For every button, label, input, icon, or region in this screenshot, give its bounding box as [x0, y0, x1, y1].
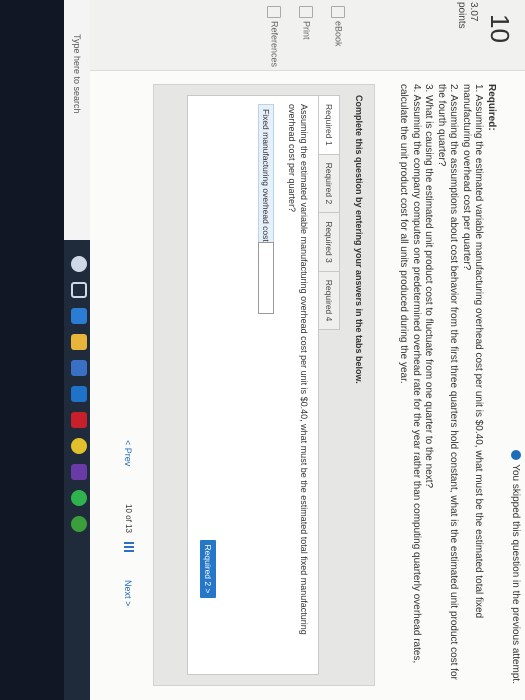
references-icon — [267, 6, 281, 18]
tab-required-4[interactable]: Required 4 — [318, 270, 340, 331]
taskbar-search[interactable]: Type here to search — [64, 0, 90, 240]
tab-required-1[interactable]: Required 1 — [318, 95, 340, 155]
question-grid-icon[interactable] — [124, 542, 134, 552]
tab-question-text: Assuming the estimated variable manufact… — [287, 104, 309, 635]
page-of: of — [124, 515, 133, 522]
points-label: points — [456, 2, 467, 29]
tab-content: Assuming the estimated variable manufact… — [187, 95, 319, 675]
page-current: 10 — [124, 504, 133, 513]
prev-button[interactable]: < Prev — [123, 440, 133, 466]
rotated-screen: 10 3.07 points eBook Print References Yo… — [0, 0, 525, 700]
chrome-icon[interactable] — [71, 438, 87, 454]
edge-icon[interactable] — [71, 308, 87, 324]
page-indicator: 10 of 13 — [124, 504, 133, 533]
print-link[interactable]: Print — [299, 6, 313, 40]
required-item-4: 4. Assuming the company computes one pre… — [398, 84, 423, 664]
print-icon — [299, 6, 313, 18]
file-explorer-icon[interactable] — [71, 334, 87, 350]
next-required-button[interactable]: Required 2 > — [200, 540, 216, 598]
xbox-icon[interactable] — [71, 516, 87, 532]
photo-frame: 10 3.07 points eBook Print References Yo… — [0, 0, 525, 700]
points-value: 3.07 — [468, 2, 479, 22]
media-icon[interactable] — [71, 464, 87, 480]
store-icon[interactable] — [71, 360, 87, 376]
question-points: 3.07 points — [455, 2, 479, 29]
references-link[interactable]: References — [267, 6, 281, 67]
required-item-2: 2. Assuming the assumptions about cost b… — [436, 84, 460, 680]
question-number: 10 — [485, 14, 515, 43]
mail-icon[interactable] — [71, 386, 87, 402]
mcgraw-hill-icon[interactable] — [71, 412, 87, 428]
required-section: Required: 1. Assuming the estimated vari… — [397, 84, 498, 684]
next-button[interactable]: Next > — [123, 580, 133, 606]
required-tabs: Required 1 Required 2 Required 3 Require… — [318, 95, 340, 331]
ebook-icon — [331, 6, 345, 18]
panel-instruction: Complete this question by entering your … — [354, 95, 364, 384]
spotify-icon[interactable] — [71, 490, 87, 506]
fixed-overhead-input[interactable] — [258, 242, 274, 314]
page-total: 13 — [124, 524, 133, 533]
required-heading: Required: — [486, 84, 497, 131]
required-item-1: 1. Assuming the estimated variable manuf… — [461, 84, 485, 619]
tab-required-3[interactable]: Required 3 — [318, 212, 340, 272]
tab-required-2[interactable]: Required 2 — [318, 153, 340, 214]
required-item-3: 3. What is causing the estimated unit pr… — [423, 84, 435, 489]
fixed-overhead-label: Fixed manufacturing overhead cost — [258, 104, 274, 247]
desk-background — [0, 0, 64, 700]
ebook-link[interactable]: eBook — [331, 6, 345, 47]
task-view-icon[interactable] — [71, 282, 87, 298]
question-sidebar: 10 3.07 points eBook Print References — [90, 0, 525, 71]
question-footer: < Prev 10 of 13 Next > — [103, 84, 134, 684]
answer-panel: Complete this question by entering your … — [153, 84, 375, 686]
skipped-notice: You skipped this question in the previou… — [510, 450, 521, 684]
info-icon — [510, 450, 521, 461]
cortana-icon[interactable] — [71, 256, 87, 272]
question-window: 10 3.07 points eBook Print References Yo… — [90, 0, 525, 700]
